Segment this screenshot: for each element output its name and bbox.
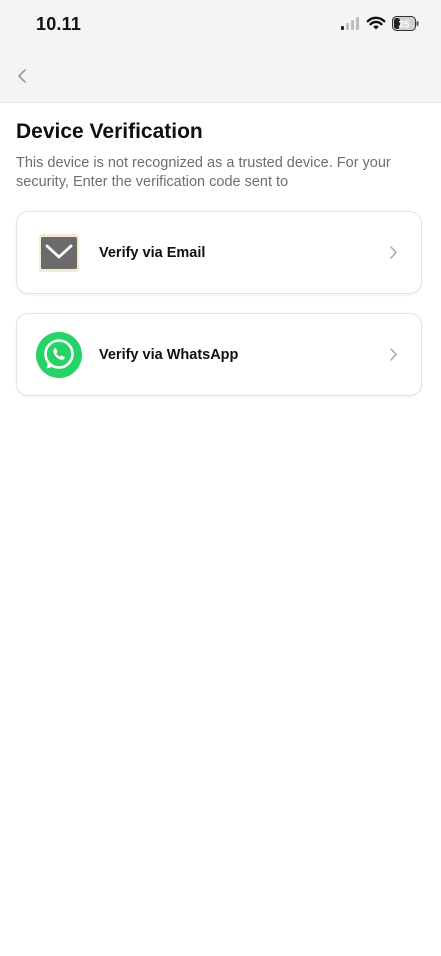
chevron-right-icon	[387, 245, 399, 261]
wifi-icon	[366, 16, 386, 30]
battery-icon: 25	[392, 16, 419, 31]
device-verification-screen: 10.11 25 Device Verification This device…	[0, 0, 441, 956]
status-icons: 25	[340, 16, 419, 31]
page-description: This device is not recognized as a trust…	[16, 155, 391, 190]
chevron-left-icon	[18, 69, 26, 83]
top-bar: 10.11 25	[0, 0, 441, 103]
page-title: Device Verification	[16, 120, 203, 143]
svg-text:25: 25	[398, 20, 410, 31]
whatsapp-icon	[35, 331, 83, 379]
mail-icon	[35, 229, 83, 277]
verify-via-email-label: Verify via Email	[99, 244, 206, 261]
status-time: 10.11	[36, 14, 82, 34]
verify-via-whatsapp-label: Verify via WhatsApp	[99, 346, 239, 363]
chevron-right-icon	[387, 347, 399, 363]
signal-icon	[341, 16, 359, 30]
verify-via-whatsapp-button[interactable]: Verify via WhatsApp	[16, 313, 422, 396]
verify-via-email-button[interactable]: Verify via Email	[16, 211, 422, 294]
back-button[interactable]	[10, 62, 34, 90]
